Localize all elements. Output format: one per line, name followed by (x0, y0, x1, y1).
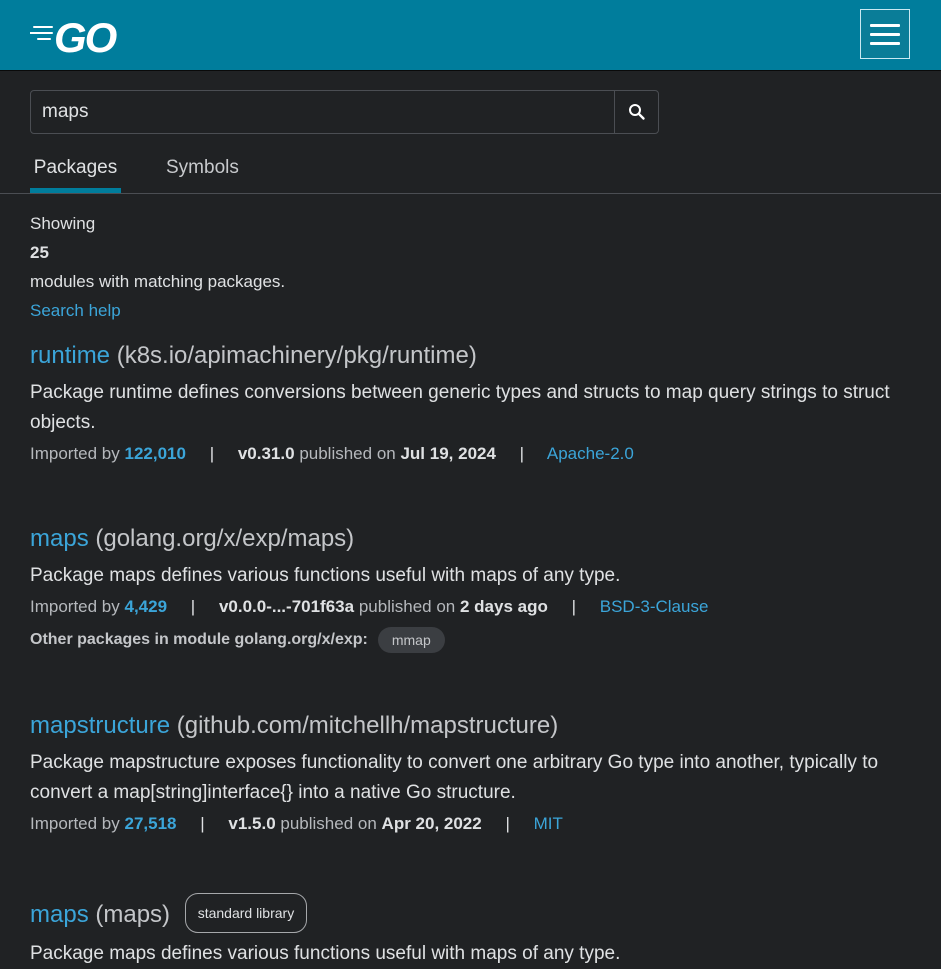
package-name-link[interactable]: maps (30, 525, 89, 552)
package-version: v0.31.0 (237, 444, 295, 463)
imported-by-label: Imported by (30, 444, 120, 463)
search-result: maps (maps) standard library Package map… (30, 893, 920, 969)
result-title: runtime (k8s.io/apimachinery/pkg/runtime… (30, 340, 920, 372)
package-name-link[interactable]: runtime (30, 342, 110, 369)
package-path: (maps) (95, 901, 171, 928)
imported-by-count-link[interactable]: 27,518 (125, 814, 177, 833)
result-title: mapstructure (github.com/mitchellh/mapst… (30, 710, 920, 742)
published-date: 2 days ago (459, 597, 548, 616)
published-date: Apr 20, 2022 (381, 814, 482, 833)
published-label: published on (299, 444, 396, 463)
imported-by-label: Imported by (30, 597, 120, 616)
hamburger-menu-icon (870, 23, 900, 27)
imported-by-label: Imported by (30, 814, 120, 833)
search-result: maps (golang.org/x/exp/maps) Package map… (30, 523, 920, 653)
result-title: maps (maps) standard library (30, 893, 920, 933)
imported-by-count-link[interactable]: 122,010 (125, 444, 186, 463)
showing-label: Showing (30, 214, 96, 233)
results-summary-text: modules with matching packages. (30, 272, 286, 291)
search-input[interactable] (31, 91, 614, 133)
package-meta: Imported by 27,518 | v1.5.0 published on… (30, 814, 563, 833)
search-tabs: Packages Symbols (0, 145, 941, 194)
results-summary: Showing 25 modules with matching package… (30, 209, 285, 325)
imported-by-count-link[interactable]: 4,429 (125, 597, 168, 616)
package-description: Package maps defines various functions u… (30, 943, 621, 964)
result-title: maps (golang.org/x/exp/maps) (30, 523, 920, 555)
package-name-link[interactable]: mapstructure (30, 712, 170, 739)
license-link[interactable]: Apache-2.0 (547, 444, 634, 463)
license-link[interactable]: MIT (534, 814, 563, 833)
package-description: Package runtime defines conversions betw… (30, 382, 890, 433)
package-meta: Imported by 122,010 | v0.31.0 published … (30, 444, 634, 463)
package-version: v1.5.0 (228, 814, 276, 833)
search-box (30, 90, 659, 134)
package-path: (github.com/mitchellh/mapstructure) (176, 712, 559, 739)
tab-packages[interactable]: Packages (30, 157, 121, 193)
published-date: Jul 19, 2024 (400, 444, 496, 463)
published-label: published on (280, 814, 377, 833)
other-package-chip[interactable]: mmap (377, 627, 445, 653)
package-meta: Imported by 4,429 | v0.0.0-...-701f63a p… (30, 597, 709, 616)
package-name-link[interactable]: maps (30, 901, 89, 928)
package-version: v0.0.0-...-701f63a (218, 597, 355, 616)
tab-symbols[interactable]: Symbols (166, 157, 239, 179)
published-label: published on (358, 597, 456, 616)
standard-library-badge: standard library (184, 893, 308, 933)
results-count: 25 (30, 243, 49, 262)
menu-button[interactable] (860, 9, 910, 59)
other-packages-row: Other packages in module golang.org/x/ex… (30, 627, 920, 653)
other-packages-label: Other packages in module golang.org/x/ex… (30, 631, 368, 648)
search-button[interactable] (614, 91, 658, 133)
search-help-link[interactable]: Search help (30, 301, 121, 320)
package-description: Package maps defines various functions u… (30, 565, 621, 586)
package-path: (golang.org/x/exp/maps) (95, 525, 355, 552)
package-path: (k8s.io/apimachinery/pkg/runtime) (116, 342, 477, 369)
logo-text: GO (54, 15, 117, 57)
search-result: mapstructure (github.com/mitchellh/mapst… (30, 710, 920, 836)
go-logo[interactable]: GO (30, 15, 136, 57)
package-description: Package mapstructure exposes functionali… (30, 752, 879, 803)
search-icon (628, 104, 645, 120)
site-header: GO (0, 0, 941, 71)
license-link[interactable]: BSD-3-Clause (600, 597, 709, 616)
search-result: runtime (k8s.io/apimachinery/pkg/runtime… (30, 340, 920, 466)
